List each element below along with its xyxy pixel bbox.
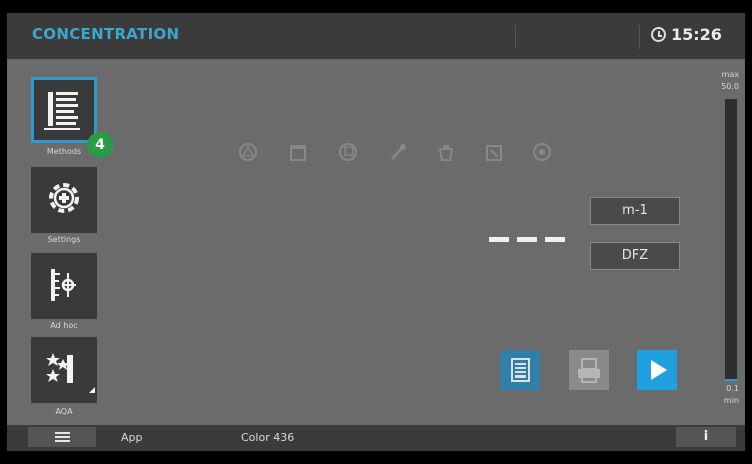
hamburger-menu-icon xyxy=(55,436,70,438)
header-bar: CONCENTRATION 15:26 xyxy=(7,13,745,59)
methods-count-badge: 4 xyxy=(87,132,113,158)
m1-button[interactable]: m-1 xyxy=(590,197,680,225)
save-button[interactable] xyxy=(500,350,540,390)
record-icon xyxy=(533,143,551,161)
value-dash xyxy=(545,237,565,242)
start-button[interactable] xyxy=(637,350,677,390)
bin-icon xyxy=(438,145,454,161)
ad-hoc-icon xyxy=(51,269,76,301)
hamburger-menu-icon xyxy=(55,432,70,434)
play-icon xyxy=(651,360,667,380)
pipette-icon xyxy=(391,144,406,160)
ad-hoc-button[interactable] xyxy=(31,253,97,319)
scale-min-label: min xyxy=(723,396,739,405)
header-divider xyxy=(515,25,516,49)
footer-bar: App Color 436 i xyxy=(7,425,745,451)
aqa-stars-icon xyxy=(46,353,95,393)
aqa-button[interactable] xyxy=(31,337,97,403)
aqa-label: AQA xyxy=(55,407,73,416)
methods-list-icon xyxy=(44,92,80,130)
warning-triangle-icon xyxy=(239,143,257,161)
scale-level-marker xyxy=(725,379,737,381)
menu-button[interactable] xyxy=(28,427,96,447)
scale-min: 0.1 min xyxy=(707,383,739,407)
dfz-button[interactable]: DFZ xyxy=(590,242,680,270)
save-icon xyxy=(511,358,530,382)
print-button[interactable] xyxy=(569,350,609,390)
app-label: App xyxy=(121,431,143,444)
export-icon xyxy=(486,145,502,161)
concentration-scale-bar xyxy=(725,99,737,381)
cuvette-icon xyxy=(339,143,357,161)
scale-max-label: max xyxy=(721,70,739,79)
gear-icon xyxy=(49,183,79,213)
methods-button[interactable] xyxy=(31,77,97,143)
method-name: Color 436 xyxy=(241,431,295,444)
header-divider xyxy=(639,25,640,49)
info-button[interactable]: i xyxy=(676,427,736,447)
settings-button[interactable] xyxy=(31,167,97,233)
scale-max: max 50.0 xyxy=(707,69,739,93)
scale-max-value: 50.0 xyxy=(721,82,739,91)
page-title: CONCENTRATION xyxy=(32,25,180,43)
scale-min-value: 0.1 xyxy=(726,384,739,393)
ad-hoc-label: Ad hoc xyxy=(50,321,78,330)
settings-label: Settings xyxy=(47,235,81,244)
clock-icon xyxy=(651,27,666,42)
clock-time: 15:26 xyxy=(671,25,722,44)
calendar-icon xyxy=(290,145,306,161)
value-dash xyxy=(489,237,509,242)
hamburger-menu-icon xyxy=(55,440,70,442)
value-dash xyxy=(517,237,537,242)
instrument-screen: CONCENTRATION 15:26 Methods 4 Settings A… xyxy=(7,13,745,451)
print-icon xyxy=(578,358,600,383)
